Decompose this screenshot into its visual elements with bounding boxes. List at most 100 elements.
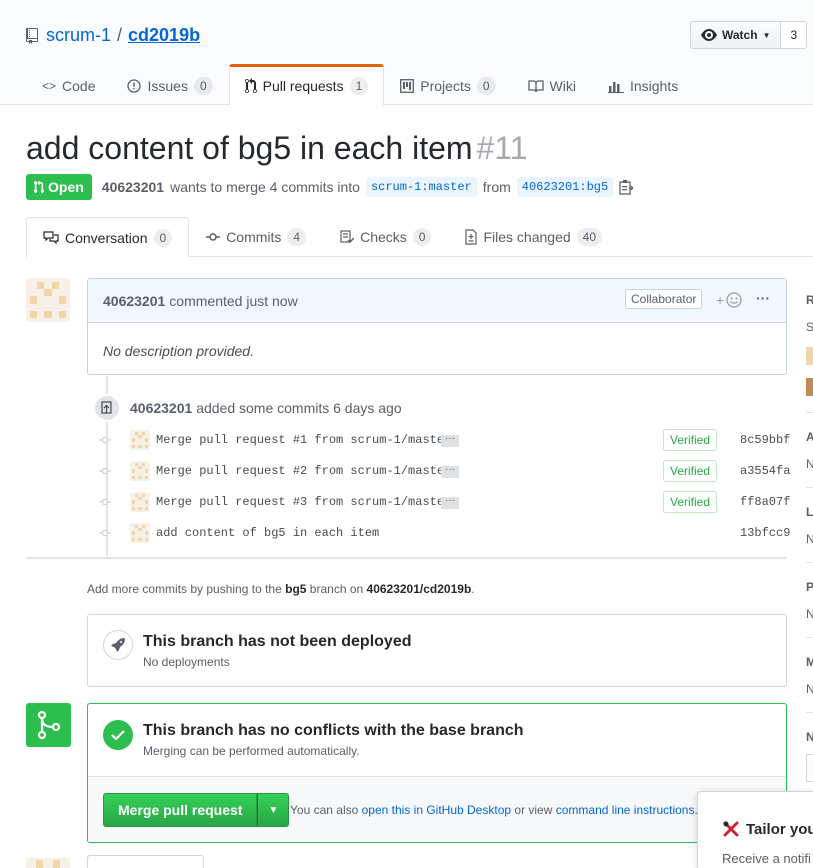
commit-row: Merge pull request #1 from scrum-1/maste… [99,428,790,452]
expand-commit-button[interactable]: ··· [441,496,459,509]
reviewer-avatar[interactable] [806,347,813,365]
notification-toast[interactable]: Tailor you Receive a notifi [697,791,813,868]
commit-message-link[interactable]: Merge pull request #1 from scrum-1/maste… [156,433,451,447]
deploy-title: This branch has not been deployed [143,633,412,650]
commit-avatar[interactable] [130,461,150,481]
expand-commit-button[interactable]: ··· [441,434,459,447]
merge-alternatives: You can also open this in GitHub Desktop… [290,803,698,817]
plus-label: + [716,292,725,308]
commit-avatar[interactable] [130,523,150,543]
kebab-icon[interactable]: ··· [756,290,770,306]
repo-owner-link[interactable]: scrum-1 [46,25,111,46]
watch-label: Watch [722,28,758,42]
merge-options-dropdown[interactable]: ▼ [257,793,290,827]
expand-commit-button[interactable]: ··· [441,465,459,478]
tab-files-changed[interactable]: Files changed 40 [448,217,619,257]
git-commit-icon [99,436,111,444]
tab-files-changed-counter: 40 [576,228,603,246]
toast-subtitle: Receive a notifi [722,851,811,866]
commit-message-link[interactable]: add content of bg5 in each item [156,526,379,540]
nav-issues-counter: 0 [193,76,213,95]
nav-insights[interactable]: Insights [592,64,694,105]
repo-separator: / [117,25,123,45]
nav-insights-label: Insights [629,77,679,94]
merge-pull-request-button[interactable]: Merge pull request [103,793,258,827]
nav-pull-requests-counter: 1 [349,77,369,95]
toast-title-text: Tailor you [746,820,813,838]
commits-event-header: 40623201 added some commits 6 days ago [130,400,402,416]
tab-checks[interactable]: Checks 0 [323,217,448,257]
repo-name-link[interactable]: cd2019b [128,25,200,46]
pull-request-icon [34,180,44,193]
tab-checks-label: Checks [360,229,407,245]
code-icon: <> [42,78,57,93]
sidebar-divider [806,412,813,413]
sidebar-assignees-heading[interactable]: A [806,430,813,444]
git-commit-icon [99,529,111,537]
watch-button[interactable]: Watch ▼ [690,21,782,49]
head-branch[interactable]: 40623201:bg5 [516,177,614,197]
nav-pull-requests[interactable]: Pull requests 1 [228,64,385,106]
repo-header: scrum-1 / cd2019b Watch ▼ 3 <> Code Issu… [0,0,813,106]
git-commit-icon [206,233,221,241]
verified-badge[interactable]: Verified [663,429,718,451]
repo-title: scrum-1 / cd2019b [26,25,200,46]
pr-title-text: add content of bg5 in each item [26,130,473,166]
clipboard-icon[interactable] [619,179,634,195]
sidebar-labels-heading[interactable]: L [806,505,813,519]
sidebar-divider [806,712,813,713]
subscribe-button[interactable] [806,754,813,782]
comment-action: commented just now [169,292,298,309]
commit-sha-link[interactable]: ff8a07f [740,495,790,509]
merge-alt-middle: or view [514,803,553,817]
github-desktop-link[interactable]: open this in GitHub Desktop [362,803,511,817]
pr-title: add content of bg5 in each item #11 [26,130,528,167]
command-line-link[interactable]: command line instructions [556,803,695,817]
commit-avatar[interactable] [130,430,150,450]
avatar[interactable] [26,858,70,868]
commits-author-link[interactable]: 40623201 [130,400,192,416]
pull-request-icon [244,78,257,94]
repo-icon [26,27,38,44]
commit-sha-link[interactable]: 13bfcc9 [740,526,790,540]
tab-conversation[interactable]: Conversation 0 [26,217,190,258]
nav-wiki[interactable]: Wiki [512,64,592,105]
chevron-down-icon: ▼ [762,30,771,40]
pr-author-link[interactable]: 40623201 [102,179,164,195]
reviewer-avatar[interactable] [806,378,813,396]
commit-row: Merge pull request #2 from scrum-1/maste… [99,459,790,483]
comment-box: 40623201 commented just now Collaborator… [87,278,787,375]
sidebar-milestone-heading[interactable]: M [806,655,813,669]
nav-projects[interactable]: Projects 0 [384,64,511,105]
watch-count[interactable]: 3 [781,21,808,49]
graph-icon [607,81,624,93]
avatar[interactable] [26,278,70,322]
commit-avatar[interactable] [130,492,150,512]
comment-author-link[interactable]: 40623201 [103,293,165,309]
eye-icon [701,29,717,41]
tab-commits[interactable]: Commits 4 [189,217,323,257]
sidebar-labels-value: N [806,532,813,546]
verified-badge[interactable]: Verified [663,491,718,513]
sidebar-projects-heading[interactable]: P [806,580,813,594]
toast-title: Tailor you [722,820,813,838]
tab-conversation-label: Conversation [65,229,148,246]
tab-files-changed-label: Files changed [483,229,571,245]
identicon-image [26,278,70,322]
merge-footer: Merge pull request ▼ You can also open t… [88,776,786,842]
add-reaction-button[interactable]: + [716,292,742,308]
commit-message-link[interactable]: Merge pull request #3 from scrum-1/maste… [156,495,451,509]
commit-sha-link[interactable]: a3554fa [740,464,790,478]
nav-issues[interactable]: Issues 0 [111,64,228,105]
verified-badge[interactable]: Verified [663,460,718,482]
state-label: Open [48,179,84,195]
commit-sha-link[interactable]: 8c59bbf [740,433,790,447]
base-branch[interactable]: scrum-1:master [365,177,477,197]
git-merge-icon [26,703,71,747]
tab-checks-counter: 0 [412,228,432,246]
nav-code[interactable]: <> Code [26,64,111,105]
sidebar-reviewers-heading[interactable]: R [806,293,813,307]
commit-message-link[interactable]: Merge pull request #2 from scrum-1/maste… [156,464,451,478]
nav-projects-label: Projects [420,77,471,94]
comment-discussion-icon [43,230,59,244]
